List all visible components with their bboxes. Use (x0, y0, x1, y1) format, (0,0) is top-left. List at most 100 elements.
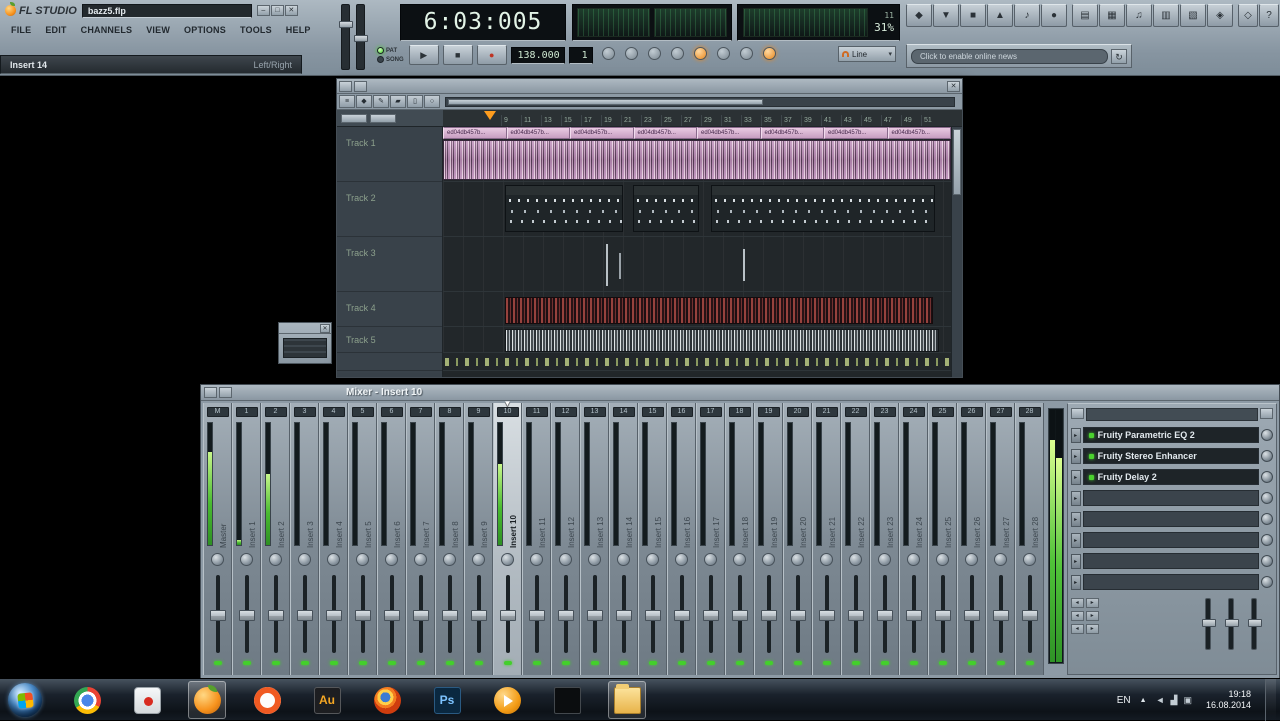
track-lane-midi[interactable] (443, 182, 951, 237)
mixer-detach-icon[interactable] (219, 387, 232, 398)
mute-led[interactable] (648, 661, 657, 665)
metronome-button[interactable] (625, 47, 638, 60)
volume-fader[interactable] (552, 573, 579, 655)
strip-number[interactable]: M (206, 407, 229, 417)
audio-settings-icon[interactable]: ● (1041, 4, 1067, 27)
strip-number[interactable]: 11 (525, 407, 548, 417)
pan-knob[interactable] (646, 553, 659, 566)
volume-fader[interactable] (813, 573, 840, 655)
volume-fader[interactable] (581, 573, 608, 655)
typing-keyboard-button[interactable] (602, 47, 615, 60)
strip-number[interactable]: 25 (931, 407, 954, 417)
volume-fader[interactable] (204, 573, 231, 655)
pan-knob[interactable] (704, 553, 717, 566)
main-pitch-slider[interactable] (354, 4, 368, 70)
fx-mix-knob[interactable] (1261, 471, 1273, 483)
audio-clip[interactable]: ed04db457b... (824, 127, 888, 139)
pan-knob[interactable] (211, 553, 224, 566)
mixer-strip-insert-5[interactable]: 5 Insert 5 (348, 403, 377, 675)
fx-panel-fader[interactable] (1248, 598, 1262, 650)
mute-led[interactable] (909, 661, 918, 665)
pattern-picker-toggle[interactable] (341, 113, 367, 123)
fx-slot-arrow-icon[interactable]: ▸ (1070, 532, 1081, 548)
pan-knob[interactable] (994, 553, 1007, 566)
strip-number[interactable]: 24 (902, 407, 925, 417)
mute-led[interactable] (503, 661, 512, 665)
volume-fader[interactable] (726, 573, 753, 655)
pan-knob[interactable] (820, 553, 833, 566)
mute-led[interactable] (793, 661, 802, 665)
mute-led[interactable] (242, 661, 251, 665)
mute-led[interactable] (677, 661, 686, 665)
stretch-toggle[interactable] (370, 113, 396, 123)
playlist-grid[interactable]: ed04db457b... ed04db457b... ed04db457b... e… (443, 127, 951, 377)
track-lane-audio[interactable]: ed04db457b... ed04db457b... ed04db457b... e… (443, 127, 951, 182)
mixer-strip-master[interactable]: M Master (203, 403, 232, 675)
mute-led[interactable] (619, 661, 628, 665)
volume-fader[interactable] (523, 573, 550, 655)
fx-slot-arrow-icon[interactable]: ▸ (1070, 553, 1081, 569)
strip-number[interactable]: 6 (380, 407, 403, 417)
mixer-strip-insert-27[interactable]: 27 Insert 27 (986, 403, 1015, 675)
mixer-strip-insert-12[interactable]: 12 Insert 12 (551, 403, 580, 675)
pan-knob[interactable] (1023, 553, 1036, 566)
mute-led[interactable] (764, 661, 773, 665)
draw-tool-icon[interactable]: ✎ (373, 95, 389, 108)
strip-number[interactable]: 4 (322, 407, 345, 417)
loop-recording-button[interactable] (717, 47, 730, 60)
audio-waveform[interactable] (443, 140, 951, 180)
stop-button[interactable]: ■ (442, 45, 473, 65)
fx-menu-icon[interactable] (1260, 408, 1273, 419)
mute-led[interactable] (996, 661, 1005, 665)
strip-number[interactable]: 12 (554, 407, 577, 417)
mixer-strip-insert-26[interactable]: 26 Insert 26 (957, 403, 986, 675)
mixer-strip-insert-19[interactable]: 19 Insert 19 (754, 403, 783, 675)
volume-fader[interactable] (639, 573, 666, 655)
fx-mix-knob[interactable] (1261, 534, 1273, 546)
tool-options-icon[interactable]: ◆ (906, 4, 932, 27)
pattern-clip[interactable] (711, 185, 935, 232)
fx-slot-3[interactable]: ▸ Fruity Delay 2 (1070, 468, 1273, 486)
track-name[interactable]: Track 2 (337, 182, 442, 237)
fx-slot-1[interactable]: ▸ Fruity Parametric EQ 2 (1070, 426, 1273, 444)
playlist-detach-icon[interactable] (354, 80, 367, 92)
audio-clip[interactable]: ed04db457b... (887, 127, 951, 139)
taskbar-console[interactable] (548, 681, 586, 719)
audio-clip[interactable]: ed04db457b... (506, 127, 570, 139)
mixer-strip-insert-18[interactable]: 18 Insert 18 (725, 403, 754, 675)
taskbar-chrome[interactable] (68, 681, 106, 719)
track-lane-red[interactable] (443, 292, 951, 327)
mixer-strip-insert-2[interactable]: 2 Insert 2 (261, 403, 290, 675)
main-volume-slider[interactable] (339, 4, 353, 70)
fx-next-icon[interactable]: ▸ (1085, 624, 1099, 634)
audio-clip[interactable]: ed04db457b... (443, 127, 507, 139)
mixer-strip-insert-16[interactable]: 16 Insert 16 (667, 403, 696, 675)
pan-knob[interactable] (385, 553, 398, 566)
plugin-picker-icon[interactable]: ◈ (1207, 4, 1233, 27)
pan-knob[interactable] (936, 553, 949, 566)
mute-led[interactable] (416, 661, 425, 665)
strip-number[interactable]: 2 (264, 407, 287, 417)
audio-clip[interactable]: ed04db457b... (633, 127, 697, 139)
mixer-strip-insert-6[interactable]: 6 Insert 6 (377, 403, 406, 675)
taskbar-origin[interactable] (248, 681, 286, 719)
track-lane-stripes[interactable] (443, 327, 951, 353)
taskbar-firefox[interactable] (368, 681, 406, 719)
playlist-menu-icon[interactable] (339, 80, 352, 92)
fx-slot-arrow-icon[interactable]: ▸ (1070, 448, 1081, 464)
pat-mode-toggle[interactable]: PAT (377, 47, 404, 54)
strip-number[interactable]: 19 (757, 407, 780, 417)
volume-fader[interactable] (262, 573, 289, 655)
fx-preset-selector[interactable] (1085, 408, 1258, 421)
audio-clip[interactable]: ed04db457b... (697, 127, 761, 139)
pan-knob[interactable] (762, 553, 775, 566)
open-file-icon[interactable]: ▼ (933, 4, 959, 27)
menu-edit[interactable]: EDIT (38, 23, 73, 37)
track-name[interactable]: Track 1 (337, 127, 442, 182)
fx-mix-knob[interactable] (1261, 576, 1273, 588)
mute-led[interactable] (938, 661, 947, 665)
fx-panel-fader[interactable] (1202, 598, 1216, 650)
pan-knob[interactable] (414, 553, 427, 566)
marker-lane[interactable] (443, 353, 951, 371)
menu-channels[interactable]: CHANNELS (74, 23, 140, 37)
